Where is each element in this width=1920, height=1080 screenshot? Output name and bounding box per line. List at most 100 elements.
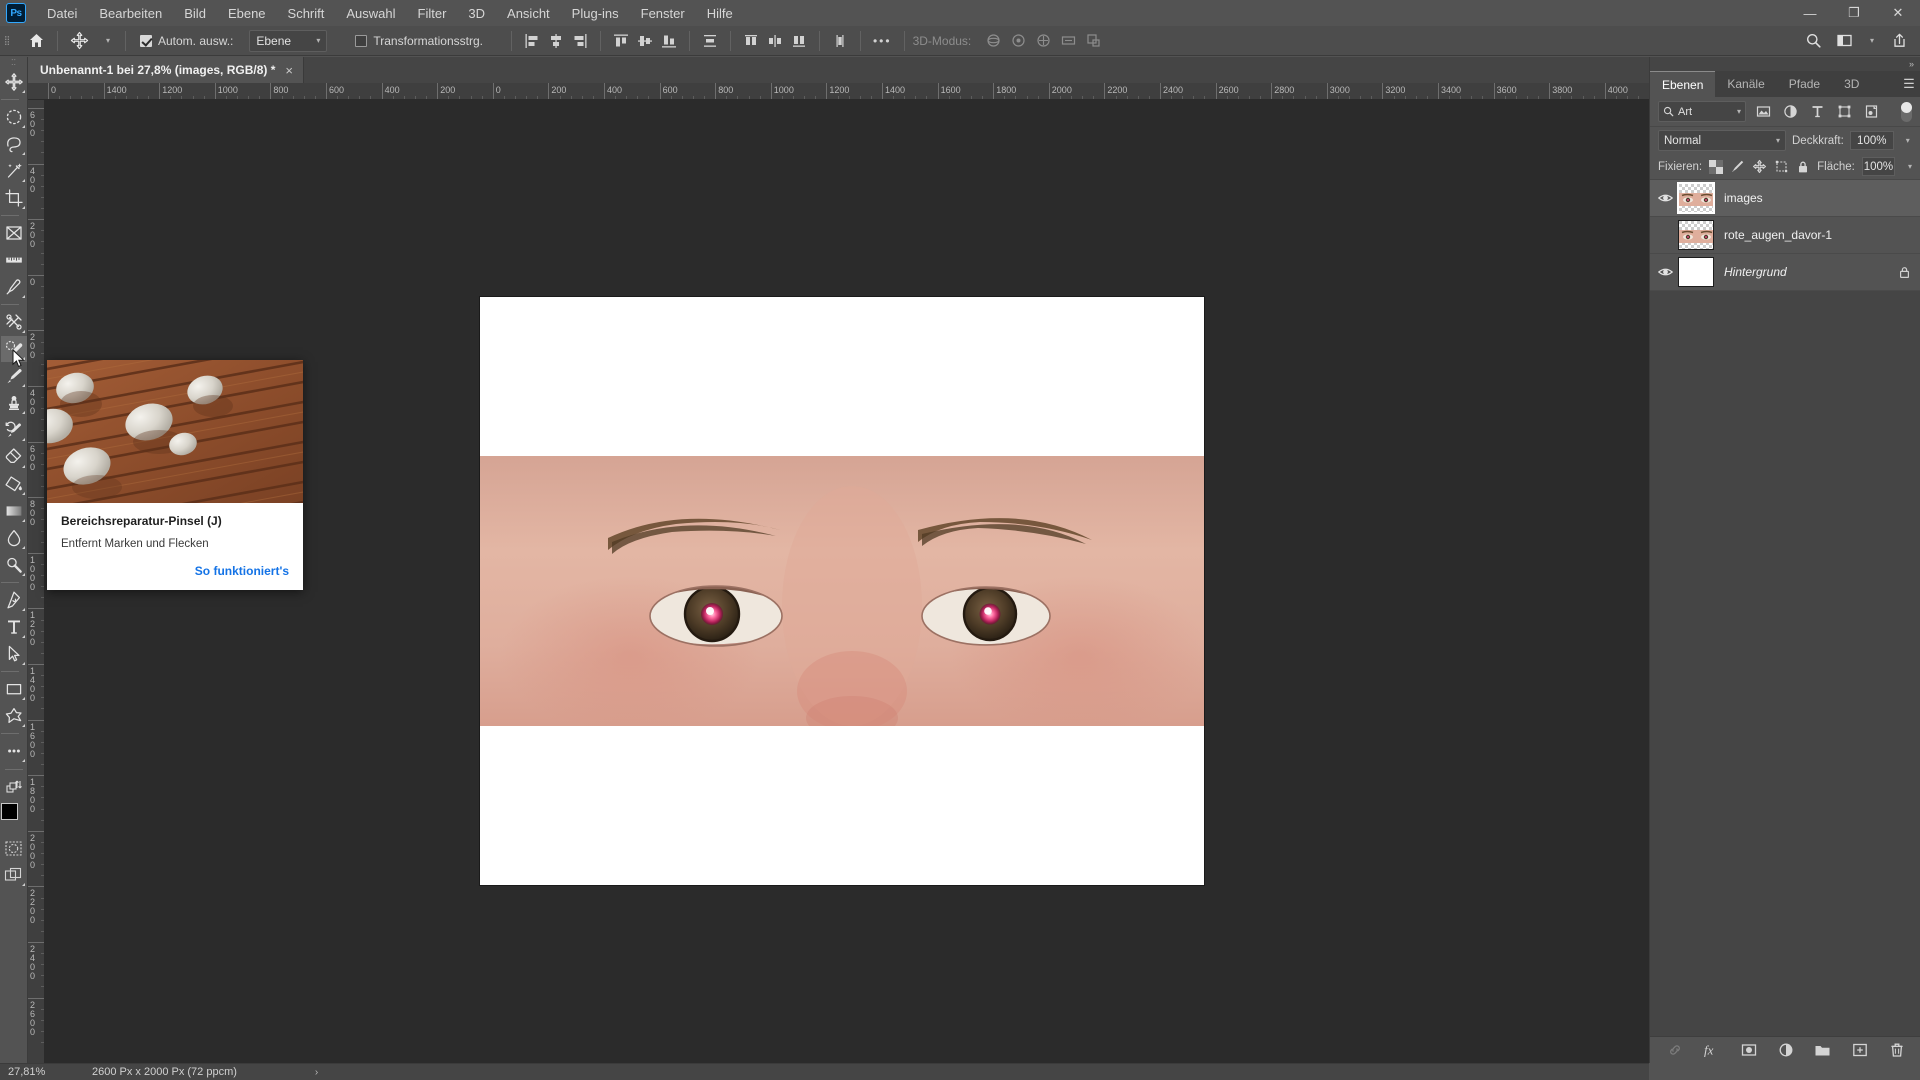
magic-wand-tool[interactable] [1,158,27,184]
filter-pixel-layers-icon[interactable] [1753,102,1773,122]
vertical-ruler[interactable]: 600 400 200 0 200 400 600 800 1000 1200 1400 1600 18… [28,100,45,1063]
status-expand-button[interactable]: › [237,1067,318,1078]
tooltip-learn-more-link[interactable]: So funktioniert's [61,564,289,578]
eraser-tool[interactable] [1,444,27,470]
menu-hilfe[interactable]: Hilfe [696,2,744,25]
lock-position-button[interactable] [1752,158,1767,175]
current-tool-icon-button[interactable] [66,29,93,53]
layer-visibility-toggle[interactable] [1652,180,1678,217]
menu-auswahl[interactable]: Auswahl [335,2,406,25]
panel-tab-pfade[interactable]: Pfade [1776,71,1833,97]
filter-type-layers-icon[interactable] [1807,102,1827,122]
artboard[interactable] [480,297,1204,885]
auto-select-target-dropdown[interactable]: Ebene ▾ [249,29,328,52]
paint-bucket-tool[interactable] [1,471,27,497]
layer-visibility-toggle[interactable] [1652,217,1678,254]
menu-fenster[interactable]: Fenster [630,2,696,25]
more-tools[interactable] [1,738,27,764]
filter-kind-dropdown[interactable]: Art ▾ [1658,101,1746,122]
menu-bearbeiten[interactable]: Bearbeiten [88,2,173,25]
custom-shape-tool[interactable] [1,703,27,729]
align-right-edges-button[interactable] [568,29,592,53]
opacity-chevron-icon[interactable]: ▾ [1906,136,1910,145]
dodge-tool[interactable] [1,552,27,578]
collapse-panels-button[interactable]: » [1650,57,1920,71]
pen-tool[interactable] [1,587,27,613]
distribute-center-button[interactable] [763,29,787,53]
distribute-vertical-button[interactable] [698,29,722,53]
foreground-color-swatch[interactable] [0,803,18,820]
filter-shape-layers-icon[interactable] [1834,102,1854,122]
zoom-level[interactable]: 27,81% [0,1066,74,1078]
share-button[interactable] [1887,29,1912,53]
workspace-button[interactable] [1832,29,1857,53]
three-d-orbit-button[interactable] [981,29,1006,53]
type-tool[interactable] [1,614,27,640]
path-selection-tool[interactable] [1,641,27,667]
transform-controls-checkbox[interactable] [355,34,368,47]
menu-bild[interactable]: Bild [173,2,217,25]
crop-tool[interactable] [1,185,27,211]
horizontal-ruler[interactable]: 0 1400 1200 1000 800 600 400 200 0 200 400 600 800 10… [28,83,1649,100]
fill-chevron-icon[interactable]: ▾ [1908,162,1912,171]
panel-tab-ebenen[interactable]: Ebenen [1650,71,1716,97]
align-vertical-centers-button[interactable] [633,29,657,53]
layer-row[interactable]: Hintergrund [1650,254,1920,291]
blend-mode-dropdown[interactable]: Normal ▾ [1658,130,1786,151]
frame-tool[interactable] [1,220,27,246]
lock-all-button[interactable] [1796,158,1810,175]
eyedropper-tool[interactable] [1,274,27,300]
lock-image-pixels-button[interactable] [1730,158,1745,175]
color-swatches[interactable] [0,803,27,829]
panel-tab-3d[interactable]: 3D [1832,71,1872,97]
three-d-roll-button[interactable] [1006,29,1031,53]
tool-preset-caret[interactable]: ▾ [93,29,117,53]
layer-visibility-toggle[interactable] [1652,254,1678,291]
history-brush-tool[interactable] [1,417,27,443]
swap-colors-button[interactable] [1,774,27,800]
filter-smart-objects-icon[interactable] [1861,102,1881,122]
layer-style-button[interactable]: fx [1703,1041,1721,1059]
filter-toggle[interactable] [1901,101,1912,122]
three-d-scale-button[interactable] [1081,29,1106,53]
spot-healing-brush-tool[interactable] [0,336,27,368]
lock-artboard-nesting-button[interactable] [1774,158,1789,175]
more-options-button[interactable]: ••• [869,29,896,53]
menu-datei[interactable]: Datei [36,2,88,25]
transform-controls-checkbox-group[interactable]: Transformationsstrg. [349,34,489,48]
options-bar-grip[interactable]: ⣿ [0,26,14,56]
link-layers-button[interactable] [1666,1041,1684,1059]
eyedropper-ruler-tool[interactable] [1,247,27,273]
home-button[interactable] [24,29,49,53]
add-layer-mask-button[interactable] [1740,1041,1758,1059]
layer-row[interactable]: rote_augen_davor-1 [1650,217,1920,254]
close-document-icon[interactable]: × [285,63,293,78]
marquee-tool[interactable] [1,104,27,130]
tool-tooltip-popup[interactable]: Bereichsreparatur-Pinsel (J) Entfernt Ma… [47,360,303,590]
delete-layer-button[interactable] [1888,1041,1906,1059]
panel-tab-kan-le[interactable]: Kanäle [1715,71,1777,97]
three-d-pan-button[interactable] [1031,29,1056,53]
layer-thumbnail[interactable] [1677,182,1715,214]
lock-transparency-button[interactable] [1709,158,1724,175]
brush-tool[interactable] [1,363,27,389]
menu-ansicht[interactable]: Ansicht [496,2,561,25]
search-button[interactable] [1801,29,1826,53]
restore-button[interactable]: ❐ [1832,0,1876,26]
new-adjustment-layer-button[interactable] [1777,1041,1795,1059]
three-d-slide-button[interactable] [1056,29,1081,53]
rectangle-tool[interactable] [1,676,27,702]
move-tool[interactable] [1,69,27,95]
screen-mode-button[interactable] [1,862,27,888]
clone-stamp-tool[interactable] [1,390,27,416]
menu-filter[interactable]: Filter [407,2,458,25]
panel-menu-button[interactable]: ☰ [1898,71,1920,97]
layer-row[interactable]: images [1650,180,1920,217]
distribute-top-button[interactable] [739,29,763,53]
minimize-button[interactable]: — [1788,0,1832,26]
quick-mask-button[interactable] [1,835,27,861]
workspace-caret[interactable]: ▾ [1857,29,1881,53]
new-layer-button[interactable] [1851,1041,1869,1059]
distribute-spacing-button[interactable] [828,29,852,53]
fill-value[interactable]: 100% [1861,157,1895,176]
